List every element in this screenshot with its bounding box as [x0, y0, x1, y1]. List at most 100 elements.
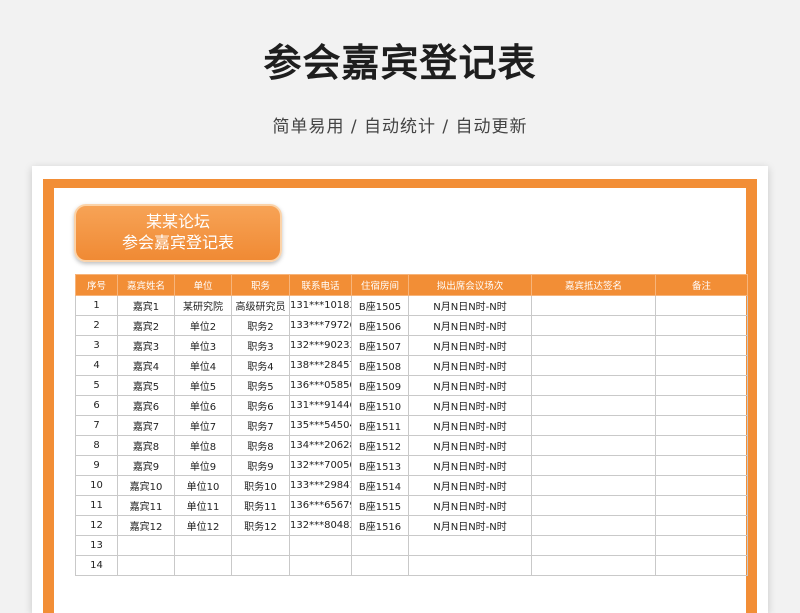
- cell-session[interactable]: N月N日N时-N时: [408, 375, 532, 396]
- cell-room[interactable]: B座1511: [351, 415, 409, 436]
- cell-remarks[interactable]: [655, 415, 748, 436]
- cell-phone[interactable]: [289, 555, 352, 576]
- cell-organization[interactable]: 单位4: [174, 355, 232, 376]
- cell-phone[interactable]: 135***54504: [289, 415, 352, 436]
- cell-room[interactable]: B座1508: [351, 355, 409, 376]
- cell-arrival-signature[interactable]: [531, 395, 656, 416]
- cell-arrival-signature[interactable]: [531, 295, 656, 316]
- cell-phone[interactable]: 133***29841: [289, 475, 352, 496]
- cell-position[interactable]: 职务6: [231, 395, 290, 416]
- cell-room[interactable]: B座1509: [351, 375, 409, 396]
- cell-index[interactable]: 2: [75, 315, 118, 336]
- cell-remarks[interactable]: [655, 315, 748, 336]
- cell-phone[interactable]: 136***65679: [289, 495, 352, 516]
- cell-organization[interactable]: 单位10: [174, 475, 232, 496]
- cell-phone[interactable]: 136***05850: [289, 375, 352, 396]
- cell-phone[interactable]: 133***79726: [289, 315, 352, 336]
- cell-position[interactable]: 职务12: [231, 515, 290, 536]
- cell-arrival-signature[interactable]: [531, 535, 656, 556]
- cell-session[interactable]: [408, 555, 532, 576]
- cell-arrival-signature[interactable]: [531, 555, 656, 576]
- cell-position[interactable]: 职务4: [231, 355, 290, 376]
- cell-index[interactable]: 14: [75, 555, 118, 576]
- cell-position[interactable]: 职务7: [231, 415, 290, 436]
- cell-phone[interactable]: 131***91446: [289, 395, 352, 416]
- cell-index[interactable]: 9: [75, 455, 118, 476]
- cell-phone[interactable]: 131***10183: [289, 295, 352, 316]
- cell-remarks[interactable]: [655, 495, 748, 516]
- cell-session[interactable]: [408, 535, 532, 556]
- header-arrival-signature[interactable]: 嘉宾抵达签名: [531, 274, 656, 296]
- cell-arrival-signature[interactable]: [531, 375, 656, 396]
- cell-index[interactable]: 3: [75, 335, 118, 356]
- cell-index[interactable]: 4: [75, 355, 118, 376]
- cell-session[interactable]: N月N日N时-N时: [408, 515, 532, 536]
- cell-room[interactable]: B座1505: [351, 295, 409, 316]
- cell-arrival-signature[interactable]: [531, 495, 656, 516]
- cell-room[interactable]: B座1512: [351, 435, 409, 456]
- cell-remarks[interactable]: [655, 475, 748, 496]
- cell-session[interactable]: N月N日N时-N时: [408, 495, 532, 516]
- cell-session[interactable]: N月N日N时-N时: [408, 475, 532, 496]
- cell-remarks[interactable]: [655, 435, 748, 456]
- cell-arrival-signature[interactable]: [531, 335, 656, 356]
- cell-organization[interactable]: [174, 535, 232, 556]
- header-organization[interactable]: 单位: [174, 274, 232, 296]
- cell-remarks[interactable]: [655, 515, 748, 536]
- cell-session[interactable]: N月N日N时-N时: [408, 415, 532, 436]
- cell-guest-name[interactable]: 嘉宾11: [117, 495, 175, 516]
- cell-index[interactable]: 8: [75, 435, 118, 456]
- cell-session[interactable]: N月N日N时-N时: [408, 455, 532, 476]
- cell-position[interactable]: [231, 555, 290, 576]
- cell-guest-name[interactable]: 嘉宾5: [117, 375, 175, 396]
- cell-phone[interactable]: 132***80483: [289, 515, 352, 536]
- cell-guest-name[interactable]: 嘉宾6: [117, 395, 175, 416]
- header-position[interactable]: 职务: [231, 274, 290, 296]
- cell-organization[interactable]: 单位12: [174, 515, 232, 536]
- cell-phone[interactable]: 132***70050: [289, 455, 352, 476]
- header-phone[interactable]: 联系电话: [289, 274, 352, 296]
- cell-index[interactable]: 12: [75, 515, 118, 536]
- cell-remarks[interactable]: [655, 395, 748, 416]
- cell-room[interactable]: B座1514: [351, 475, 409, 496]
- cell-position[interactable]: [231, 535, 290, 556]
- cell-room[interactable]: [351, 535, 409, 556]
- cell-remarks[interactable]: [655, 555, 748, 576]
- cell-organization[interactable]: 单位5: [174, 375, 232, 396]
- cell-position[interactable]: 职务10: [231, 475, 290, 496]
- cell-index[interactable]: 13: [75, 535, 118, 556]
- cell-room[interactable]: [351, 555, 409, 576]
- cell-guest-name[interactable]: [117, 535, 175, 556]
- cell-room[interactable]: B座1510: [351, 395, 409, 416]
- cell-arrival-signature[interactable]: [531, 355, 656, 376]
- header-session[interactable]: 拟出席会议场次: [408, 274, 532, 296]
- cell-remarks[interactable]: [655, 335, 748, 356]
- cell-position[interactable]: 职务2: [231, 315, 290, 336]
- cell-room[interactable]: B座1513: [351, 455, 409, 476]
- cell-session[interactable]: N月N日N时-N时: [408, 355, 532, 376]
- cell-guest-name[interactable]: 嘉宾10: [117, 475, 175, 496]
- header-index[interactable]: 序号: [75, 274, 118, 296]
- cell-guest-name[interactable]: 嘉宾4: [117, 355, 175, 376]
- cell-position[interactable]: 职务11: [231, 495, 290, 516]
- cell-guest-name[interactable]: [117, 555, 175, 576]
- cell-index[interactable]: 5: [75, 375, 118, 396]
- cell-arrival-signature[interactable]: [531, 435, 656, 456]
- cell-organization[interactable]: 单位7: [174, 415, 232, 436]
- cell-room[interactable]: B座1506: [351, 315, 409, 336]
- cell-index[interactable]: 1: [75, 295, 118, 316]
- cell-position[interactable]: 职务9: [231, 455, 290, 476]
- cell-organization[interactable]: 单位3: [174, 335, 232, 356]
- cell-arrival-signature[interactable]: [531, 515, 656, 536]
- cell-remarks[interactable]: [655, 375, 748, 396]
- cell-index[interactable]: 7: [75, 415, 118, 436]
- cell-organization[interactable]: [174, 555, 232, 576]
- cell-organization[interactable]: 单位11: [174, 495, 232, 516]
- cell-organization[interactable]: 单位8: [174, 435, 232, 456]
- cell-guest-name[interactable]: 嘉宾12: [117, 515, 175, 536]
- header-remarks[interactable]: 备注: [655, 274, 748, 296]
- cell-guest-name[interactable]: 嘉宾1: [117, 295, 175, 316]
- cell-session[interactable]: N月N日N时-N时: [408, 315, 532, 336]
- cell-organization[interactable]: 单位9: [174, 455, 232, 476]
- cell-arrival-signature[interactable]: [531, 415, 656, 436]
